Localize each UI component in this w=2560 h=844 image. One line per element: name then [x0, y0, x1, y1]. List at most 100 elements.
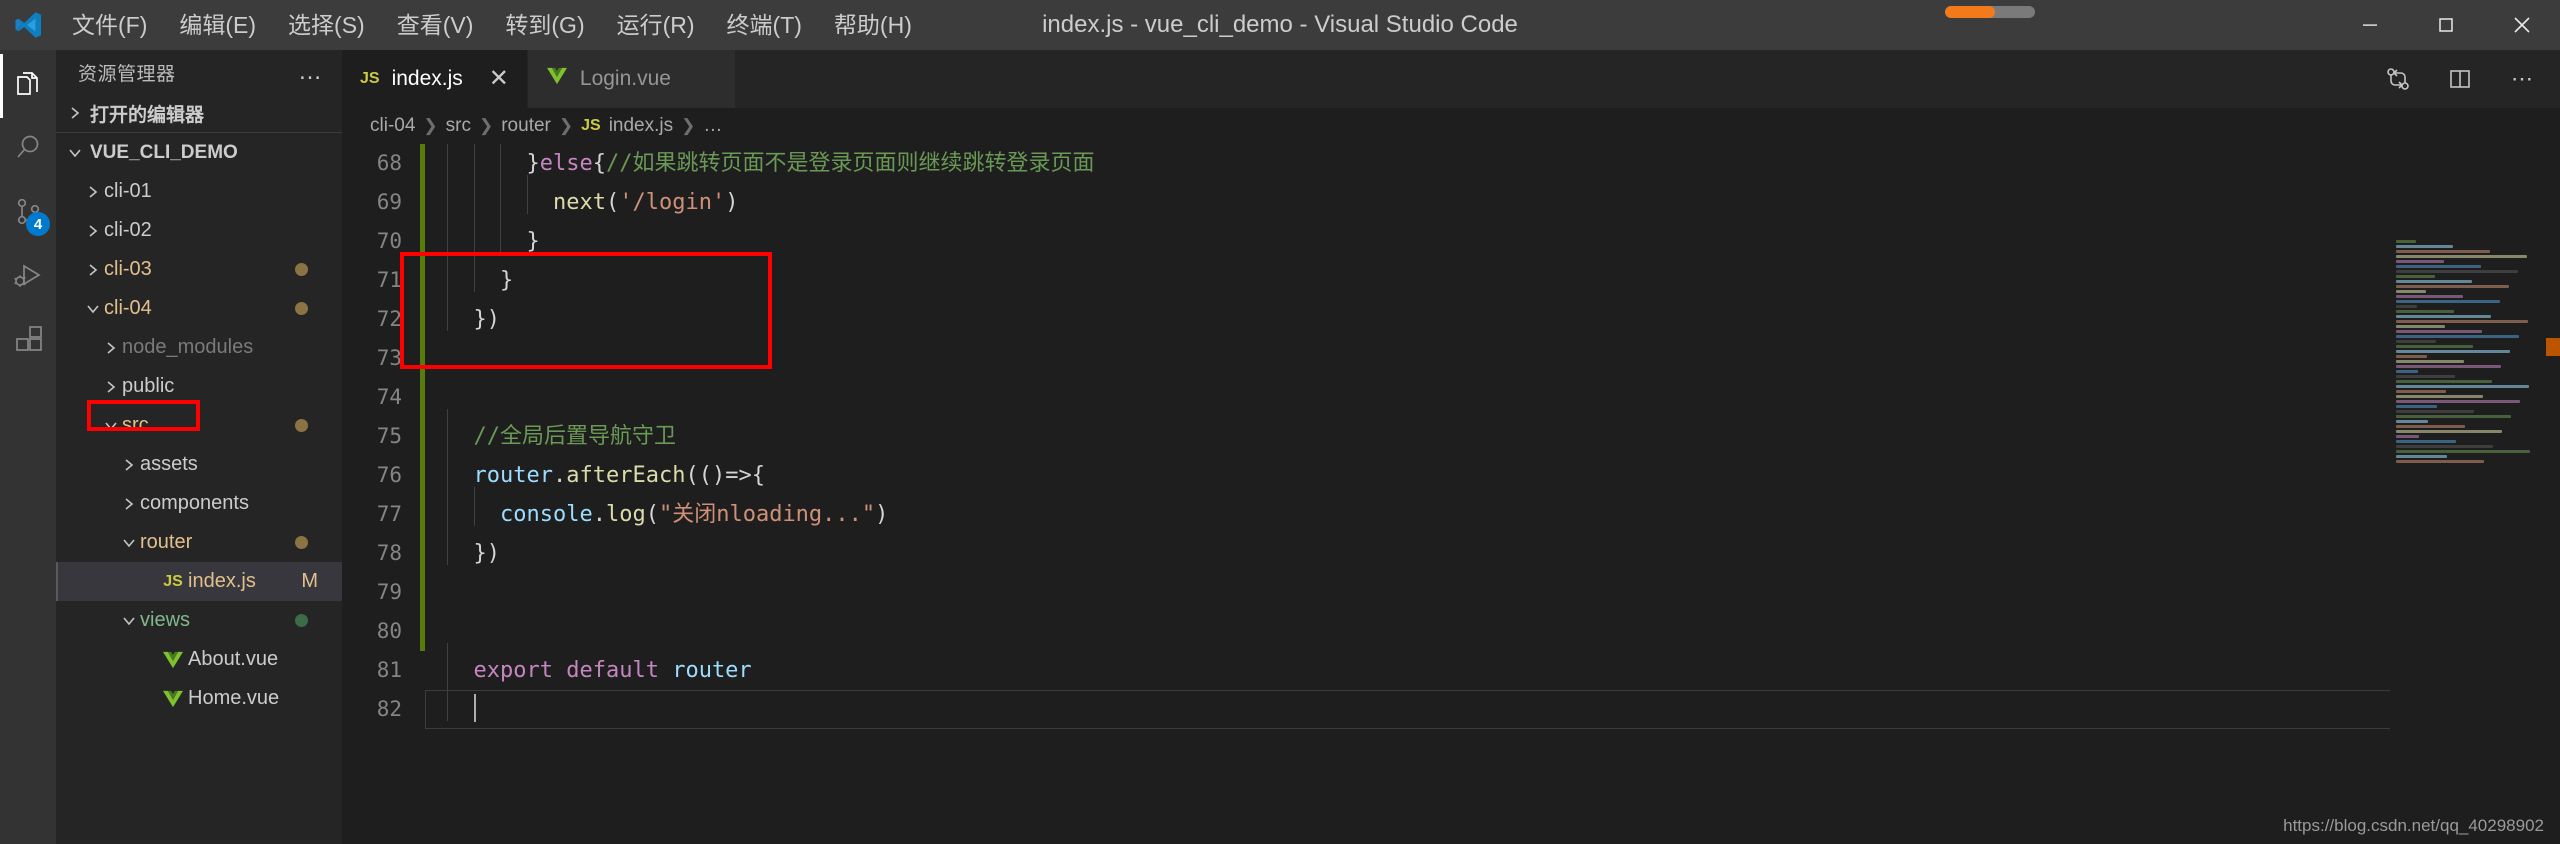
breadcrumb-item[interactable]: src [446, 115, 471, 137]
tab-close-icon[interactable]: ✕ [489, 67, 509, 91]
menu-go[interactable]: 转到(G) [489, 0, 600, 50]
sidebar-more-actions-button[interactable]: … [286, 60, 336, 84]
activity-run-debug[interactable] [0, 246, 56, 310]
git-status-dot [295, 263, 308, 276]
minimap-line [2396, 245, 2453, 248]
code-line: 72 }) [342, 292, 2560, 339]
menu-help[interactable]: 帮助(H) [818, 0, 928, 50]
editor-tab-actions: ⋯ [2370, 50, 2550, 108]
activity-source-control[interactable]: 4 [0, 182, 56, 246]
minimap-line [2396, 425, 2465, 428]
code-line: 79 [342, 573, 2560, 612]
tree-item-label: components [140, 492, 249, 514]
source-control-badge: 4 [26, 212, 50, 236]
line-number: 72 [376, 307, 402, 331]
loading-progress-bar [1945, 6, 2035, 18]
tree-item-label: cli-02 [104, 219, 152, 241]
tree-item-assets[interactable]: assets [56, 445, 342, 484]
tab-index-js[interactable]: JS index.js ✕ [342, 50, 528, 108]
line-number: 82 [376, 697, 402, 721]
run-debug-icon [10, 258, 46, 299]
vscode-logo-icon [0, 0, 56, 50]
minimap-line [2396, 355, 2427, 358]
tree-item-src[interactable]: src [56, 406, 342, 445]
git-status-dot [295, 302, 308, 315]
minimize-button[interactable] [2332, 0, 2408, 50]
code-line: 73 [342, 339, 2560, 378]
search-icon [11, 131, 45, 170]
split-editor-button[interactable] [2432, 50, 2488, 108]
code-line-text: }) [425, 292, 500, 339]
minimap-line [2396, 285, 2509, 288]
tree-item-views[interactable]: views [56, 601, 342, 640]
tree-item-label: index.js [188, 570, 256, 592]
activity-extensions[interactable] [0, 310, 56, 374]
tree-item-node-modules[interactable]: node_modules [56, 328, 342, 367]
minimap-line [2396, 250, 2490, 253]
breadcrumb-separator-icon: ❯ [423, 116, 438, 135]
tree-item-about-vue[interactable]: About.vue [56, 640, 342, 679]
minimap-line [2396, 380, 2492, 383]
code-line: 81 export default router [342, 643, 2560, 690]
tree-item-router[interactable]: router [56, 523, 342, 562]
tree-item-cli-01[interactable]: cli-01 [56, 172, 342, 211]
open-changes-button[interactable] [2370, 50, 2426, 108]
chevron-down-icon [118, 612, 140, 630]
breadcrumb-item[interactable]: JS index.js [581, 115, 673, 137]
editor-more-actions-button[interactable]: ⋯ [2494, 50, 2550, 108]
breadcrumb-item[interactable]: … [703, 115, 722, 137]
maximize-button[interactable] [2408, 0, 2484, 50]
menu-selection[interactable]: 选择(S) [272, 0, 381, 50]
tree-item-components[interactable]: components [56, 484, 342, 523]
minimap-line [2396, 405, 2437, 408]
minimap-line [2396, 365, 2501, 368]
breadcrumb-item-label: … [703, 115, 723, 136]
tree-item-cli-04[interactable]: cli-04 [56, 289, 342, 328]
minimap-line [2396, 385, 2529, 388]
minimap-line [2396, 310, 2454, 313]
code-editor[interactable]: 68 }else{//如果跳转页面不是登录页面则继续跳转登录页面 69 next(… [342, 144, 2560, 844]
menu-file[interactable]: 文件(F) [56, 0, 163, 50]
line-number: 70 [376, 229, 402, 253]
line-number: 73 [376, 346, 402, 370]
line-number: 71 [376, 268, 402, 292]
tree-item-cli-03[interactable]: cli-03 [56, 250, 342, 289]
activity-search[interactable] [0, 118, 56, 182]
line-number: 76 [376, 463, 402, 487]
section-workspace-folder[interactable]: VUE_CLI_DEMO [56, 133, 342, 172]
menu-edit[interactable]: 编辑(E) [163, 0, 272, 50]
line-number: 80 [376, 619, 402, 643]
tree-item-index-js[interactable]: JS index.js M [56, 562, 342, 601]
tree-item-label: assets [140, 453, 198, 475]
code-line-text: } [425, 214, 540, 261]
code-line-text: }else{//如果跳转页面不是登录页面则继续跳转登录页面 [425, 144, 1094, 183]
section-open-editors[interactable]: 打开的编辑器 [56, 94, 342, 133]
breadcrumb-item-label: router [501, 115, 551, 136]
tree-item-home-vue[interactable]: Home.vue [56, 679, 342, 718]
chevron-right-icon [100, 378, 122, 396]
breadcrumb-item[interactable]: cli-04 [370, 115, 415, 137]
code-line-text: }) [425, 526, 500, 573]
git-status-dot [295, 614, 308, 627]
minimap-line [2396, 255, 2527, 258]
minimap-line [2396, 270, 2518, 273]
code-line-text: export default router [425, 643, 752, 690]
code-line: 80 [342, 612, 2560, 651]
menu-terminal[interactable]: 终端(T) [711, 0, 818, 50]
activity-explorer[interactable] [0, 54, 56, 118]
breadcrumb: cli-04 ❯ src ❯ router ❯ JS index.js ❯… [342, 108, 2560, 144]
tab-login-vue[interactable]: Login.vue ✕ [527, 50, 737, 108]
close-button[interactable] [2484, 0, 2560, 50]
minimap-line [2396, 450, 2530, 453]
minimap-line [2396, 305, 2417, 308]
tree-item-public[interactable]: public [56, 367, 342, 406]
menu-view[interactable]: 查看(V) [381, 0, 490, 50]
line-number: 69 [376, 190, 402, 214]
tree-item-cli-02[interactable]: cli-02 [56, 211, 342, 250]
menu-run[interactable]: 运行(R) [601, 0, 711, 50]
minimap-line [2396, 340, 2436, 343]
breadcrumb-item[interactable]: router [501, 115, 551, 137]
minimap[interactable] [2390, 238, 2560, 844]
